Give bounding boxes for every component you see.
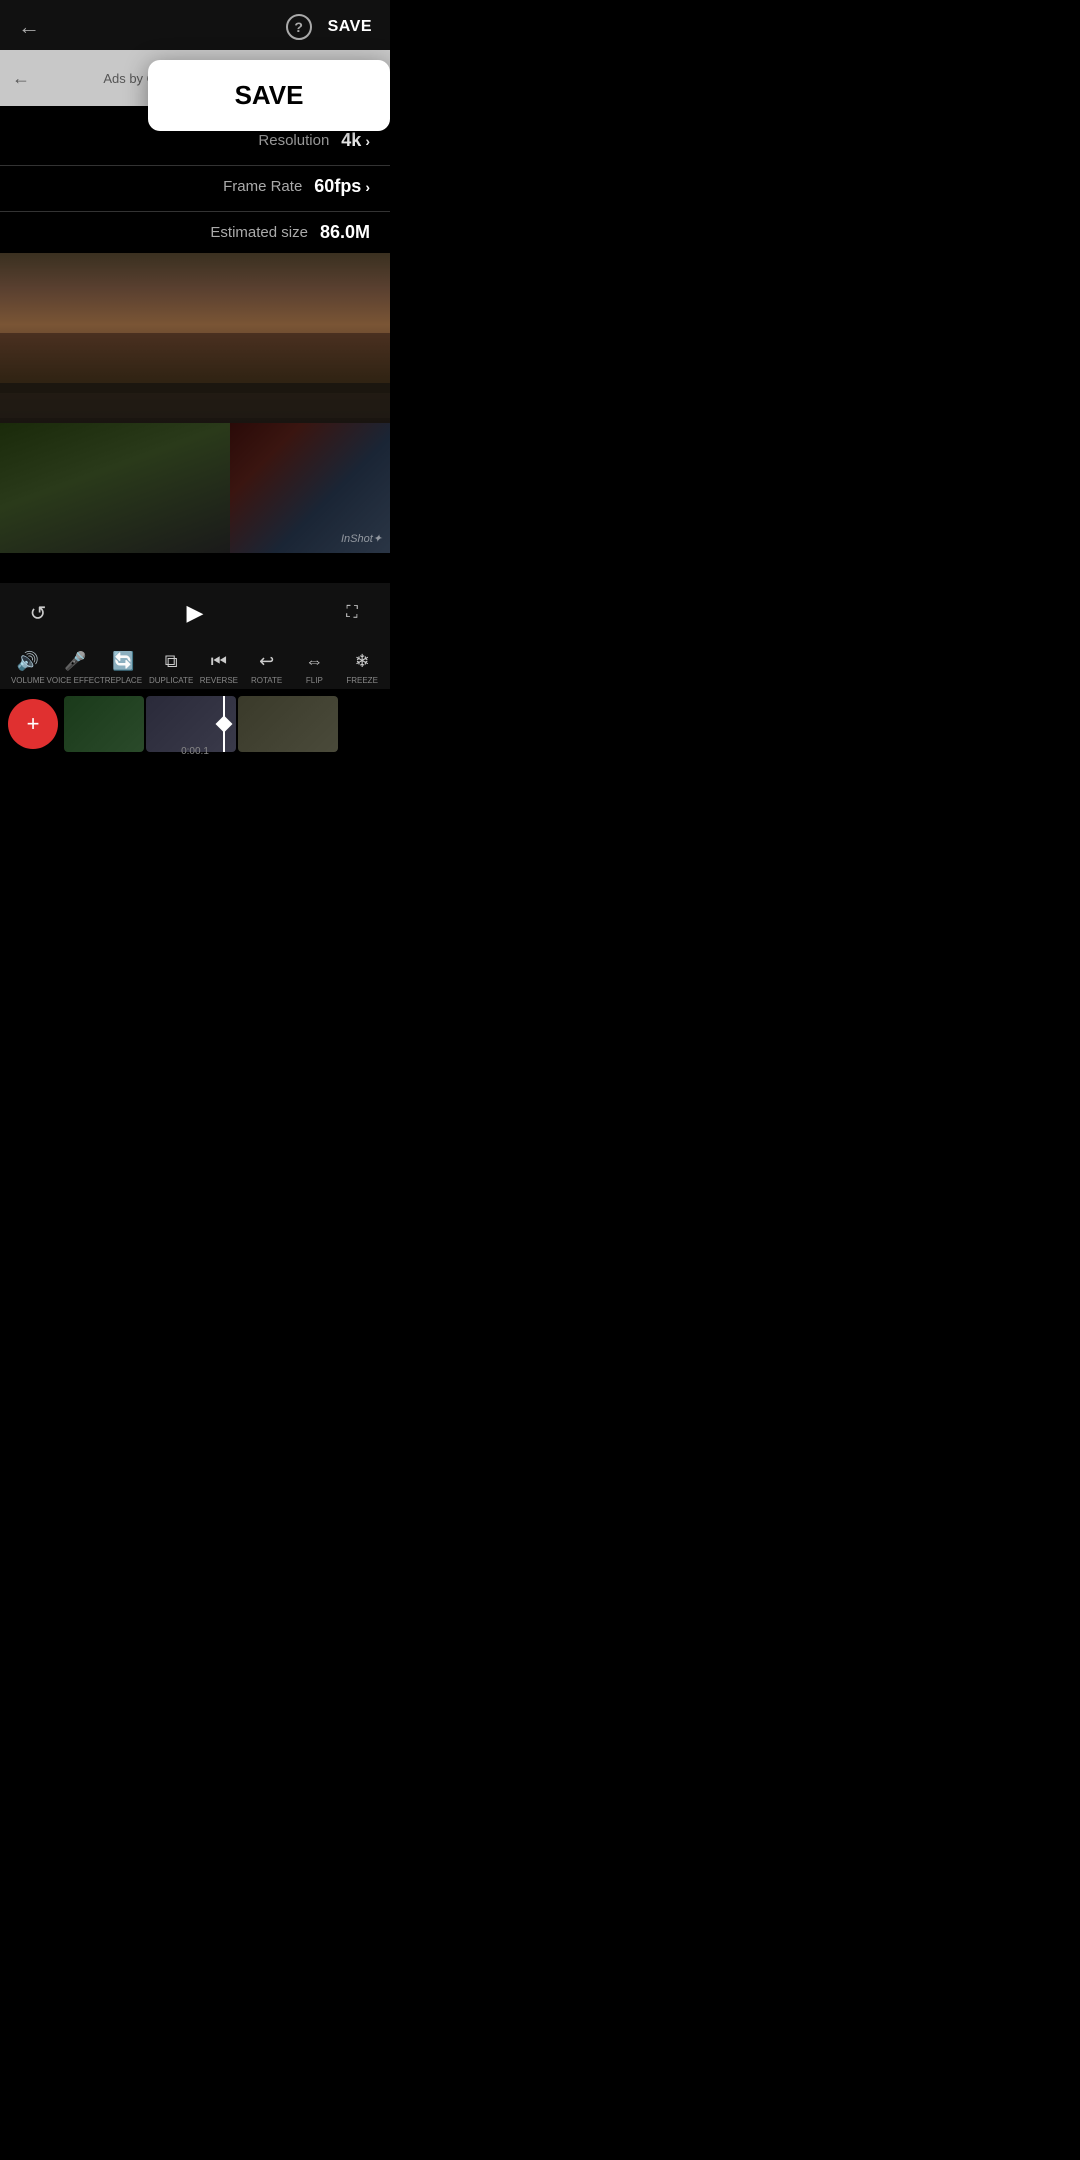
freeze-label: FREEZE bbox=[346, 676, 378, 685]
top-bar: ← ? SAVE bbox=[0, 0, 390, 50]
resolution-value: 4k › bbox=[341, 130, 370, 151]
voice-effect-label: VOICE EFFECT bbox=[47, 676, 105, 685]
add-clip-button[interactable]: + bbox=[8, 699, 58, 749]
reverse-icon: ⏮ bbox=[211, 651, 227, 672]
timeline-playhead bbox=[223, 696, 225, 752]
play-button[interactable]: ▶ bbox=[177, 595, 213, 631]
fullscreen-button[interactable]: ⛶ bbox=[334, 595, 370, 631]
frame-rate-value: 60fps › bbox=[314, 176, 370, 197]
frame-rate-chevron: › bbox=[365, 179, 370, 195]
timeline-tools: 🔊 VOLUME 🎤 VOICE EFFECT 🔄 REPLACE ⧉ DUPL… bbox=[0, 643, 390, 689]
timeline-area: + 0:00.1 bbox=[0, 689, 390, 759]
tool-reverse[interactable]: ⏮ REVERSE bbox=[195, 651, 243, 685]
duplicate-icon: ⧉ bbox=[165, 651, 178, 672]
estimated-size-value: 86.0M bbox=[320, 222, 370, 243]
resolution-chevron: › bbox=[365, 133, 370, 149]
tool-flip[interactable]: ⇔ FLIP bbox=[291, 651, 339, 685]
timeline-clip-1[interactable] bbox=[64, 696, 144, 752]
clip-thumbnail-left bbox=[0, 423, 230, 553]
video-preview: InShot✦ bbox=[0, 253, 390, 553]
play-icon: ▶ bbox=[187, 600, 204, 626]
spacer bbox=[0, 553, 390, 583]
rotate-icon: ↩ bbox=[259, 651, 274, 672]
undo-icon: ↺ bbox=[30, 601, 47, 626]
replace-label: REPLACE bbox=[105, 676, 142, 685]
inshot-watermark: InShot✦ bbox=[341, 532, 382, 545]
flip-label: FLIP bbox=[306, 676, 323, 685]
tool-volume[interactable]: 🔊 VOLUME bbox=[4, 651, 52, 685]
save-modal: SAVE bbox=[148, 60, 390, 131]
rotate-label: ROTATE bbox=[251, 676, 282, 685]
estimated-size-label: Estimated size bbox=[210, 224, 308, 241]
tool-freeze[interactable]: ❄ FREEZE bbox=[338, 651, 386, 685]
save-top-button[interactable]: SAVE bbox=[328, 18, 372, 36]
timeline-clip-3[interactable] bbox=[238, 696, 338, 752]
freeze-icon: ❄ bbox=[355, 651, 370, 672]
volume-icon: 🔊 bbox=[17, 651, 39, 672]
tool-replace[interactable]: 🔄 REPLACE bbox=[100, 651, 148, 685]
clip-thumbnail-right: InShot✦ bbox=[230, 423, 390, 553]
flip-icon: ⇔ bbox=[305, 651, 323, 672]
thumbnail-strip: InShot✦ bbox=[0, 423, 390, 553]
estimated-size-row: Estimated size 86.0M bbox=[0, 211, 390, 253]
tool-rotate[interactable]: ↩ ROTATE bbox=[243, 651, 291, 685]
tool-duplicate[interactable]: ⧉ DUPLICATE bbox=[147, 651, 195, 685]
reverse-label: REVERSE bbox=[200, 676, 238, 685]
volume-label: VOLUME bbox=[11, 676, 45, 685]
time-display: 0:00.1 bbox=[181, 746, 209, 757]
timeline-clips bbox=[64, 696, 384, 752]
frame-rate-label: Frame Rate bbox=[223, 178, 302, 195]
duplicate-label: DUPLICATE bbox=[149, 676, 193, 685]
voice-effect-icon: 🎤 bbox=[64, 651, 86, 672]
playback-controls: ↺ ▶ ⛶ bbox=[0, 583, 390, 643]
resolution-label: Resolution bbox=[258, 132, 329, 149]
top-bar-right: ? SAVE bbox=[286, 14, 372, 40]
replace-icon: 🔄 bbox=[112, 651, 134, 672]
fullscreen-icon: ⛶ bbox=[346, 604, 357, 622]
tool-voice-effect[interactable]: 🎤 VOICE EFFECT bbox=[52, 651, 100, 685]
ad-back-icon[interactable]: ← bbox=[12, 68, 30, 89]
undo-button[interactable]: ↺ bbox=[20, 595, 56, 631]
frame-rate-row[interactable]: Frame Rate 60fps › bbox=[0, 165, 390, 207]
back-button[interactable]: ← bbox=[18, 14, 40, 40]
help-button[interactable]: ? bbox=[286, 14, 312, 40]
save-modal-title: SAVE bbox=[148, 60, 390, 131]
